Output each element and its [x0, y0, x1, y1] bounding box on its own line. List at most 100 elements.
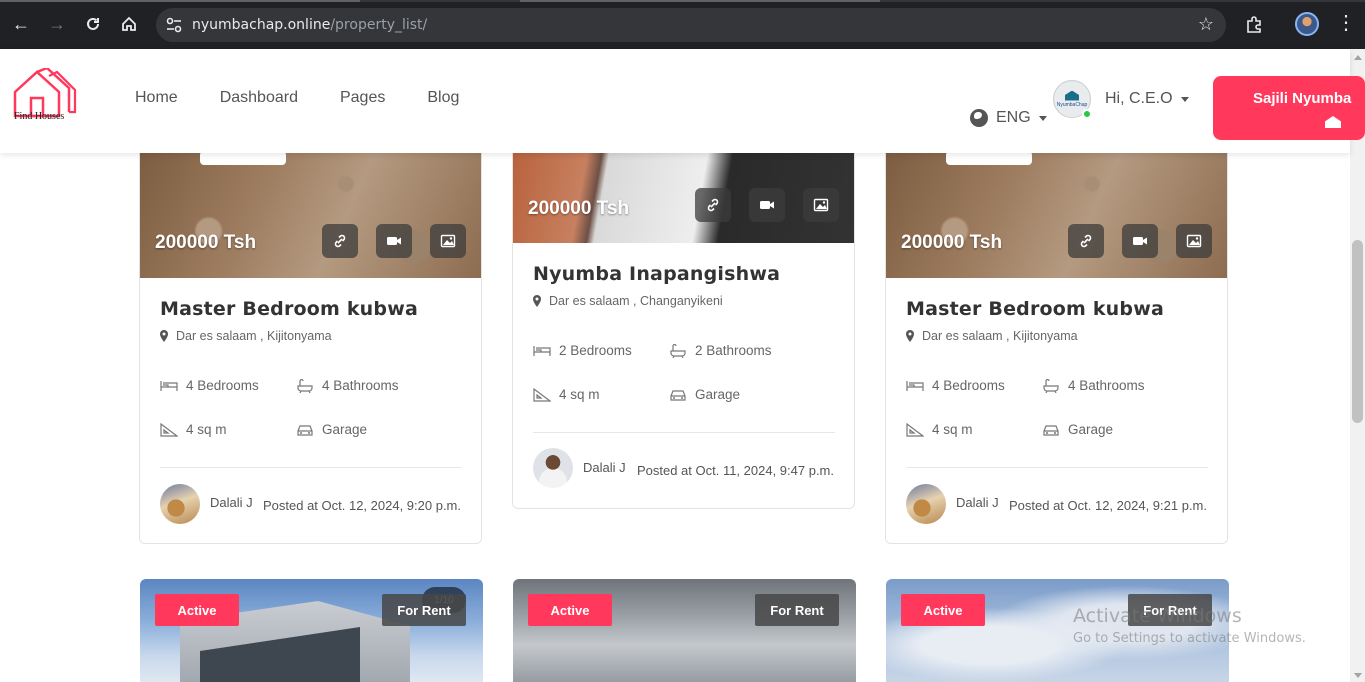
location-text: Dar es salaam , Kijitonyama [176, 329, 332, 343]
property-title[interactable]: Nyumba Inapangishwa [533, 263, 780, 285]
area-feature: 4 sq m [533, 387, 600, 402]
main-nav: Home Dashboard Pages Blog [135, 89, 501, 107]
logo-text: Find Houses [14, 111, 65, 122]
bedrooms-feature: 4 Bedrooms [906, 378, 1005, 393]
garage-text: Garage [1068, 422, 1114, 437]
car-icon [670, 389, 686, 401]
posted-date: Posted at Oct. 12, 2024, 9:21 p.m. [1008, 498, 1207, 513]
gallery-icon[interactable] [1176, 224, 1212, 258]
property-card[interactable]: 1/10 Active For Rent [140, 579, 483, 682]
watermark-title: Activate Windows [1073, 605, 1242, 627]
property-title[interactable]: Master Bedroom kubwa [906, 298, 1164, 320]
agent-name[interactable]: Dalali J [583, 460, 626, 475]
location-text: Dar es salaam , Changanyikeni [549, 294, 723, 308]
link-icon[interactable] [1068, 224, 1104, 258]
back-icon[interactable]: ← [7, 10, 35, 38]
activate-windows-watermark: Activate Windows Go to Settings to activ… [1073, 605, 1306, 646]
house-icon [1065, 90, 1079, 101]
site-settings-icon[interactable] [164, 15, 184, 35]
language-label: ENG [996, 109, 1031, 126]
user-avatar[interactable]: NyumbaChap [1053, 80, 1092, 119]
nav-dashboard[interactable]: Dashboard [220, 89, 298, 107]
extensions-icon[interactable] [1240, 10, 1268, 38]
forward-icon[interactable]: → [43, 10, 71, 38]
property-card[interactable]: Active For Rent [513, 579, 856, 682]
garage-feature: Garage [669, 387, 740, 402]
bedrooms-feature: 2 Bedrooms [533, 343, 632, 358]
browser-menu-icon[interactable]: ⋮ [1336, 12, 1356, 36]
bed-icon [906, 380, 924, 391]
bathrooms-feature: 4 Bathrooms [1042, 378, 1145, 393]
bookmark-star-icon[interactable]: ☆ [1198, 14, 1214, 35]
video-icon[interactable] [749, 188, 785, 222]
avatar-brand-text: NyumbaChap [1056, 101, 1088, 108]
bed-icon [533, 345, 551, 356]
agent-avatar[interactable] [906, 484, 946, 524]
gallery-icon[interactable] [430, 224, 466, 258]
tab-strip [0, 0, 1365, 2]
bathrooms-text: 2 Bathrooms [695, 343, 772, 358]
nav-pages[interactable]: Pages [340, 89, 385, 107]
card-divider [906, 467, 1208, 468]
bathrooms-feature: 4 Bathrooms [296, 378, 399, 393]
property-card[interactable]: 200000 Tsh Master Bedroom kubwa Dar es s… [885, 120, 1228, 544]
bathrooms-feature: 2 Bathrooms [669, 343, 772, 358]
user-greeting: Hi, C.E.O [1105, 90, 1173, 107]
bathtub-icon [297, 378, 313, 393]
chevron-down-icon [1180, 96, 1189, 102]
profile-avatar[interactable] [1295, 12, 1319, 36]
gallery-icon[interactable] [803, 188, 839, 222]
url-text[interactable]: nyumbachap.online/property_list/ [192, 17, 427, 33]
scrollbar-thumb[interactable] [1352, 240, 1363, 423]
nav-home[interactable]: Home [135, 89, 178, 107]
map-pin-icon [533, 295, 541, 307]
register-house-label: Sajili Nyumba [1253, 90, 1352, 107]
property-location: Dar es salaam , Kijitonyama [160, 329, 332, 343]
car-icon [1043, 424, 1059, 436]
ruler-icon [906, 422, 924, 437]
card-divider [160, 467, 462, 468]
listing-type-badge: For Rent [382, 594, 466, 626]
language-selector[interactable]: ENG [970, 109, 1047, 127]
scroll-down-icon[interactable] [1354, 673, 1362, 678]
site-header: Find Houses Home Dashboard Pages Blog EN… [0, 49, 1365, 153]
link-icon[interactable] [322, 224, 358, 258]
page-scrollbar[interactable] [1350, 49, 1365, 682]
video-icon[interactable] [1122, 224, 1158, 258]
area-feature: 4 sq m [160, 422, 227, 437]
area-text: 4 sq m [559, 387, 600, 402]
property-card[interactable]: 200000 Tsh Nyumba Inapangishwa Dar es sa… [512, 120, 855, 509]
property-price: 200000 Tsh [155, 232, 257, 253]
nav-blog[interactable]: Blog [427, 89, 459, 107]
property-title[interactable]: Master Bedroom kubwa [160, 298, 418, 320]
bathtub-icon [670, 343, 686, 358]
bedrooms-text: 2 Bedrooms [559, 343, 632, 358]
home-icon[interactable] [115, 10, 143, 38]
property-card[interactable]: 200000 Tsh Master Bedroom kubwa Dar es s… [139, 120, 482, 544]
agent-name[interactable]: Dalali J [210, 495, 253, 510]
reload-icon[interactable] [79, 10, 107, 38]
register-house-button[interactable]: Sajili Nyumba [1213, 76, 1365, 140]
agent-avatar[interactable] [160, 484, 200, 524]
chevron-down-icon [1038, 115, 1047, 121]
status-badge: Active [155, 594, 239, 626]
video-icon[interactable] [376, 224, 412, 258]
bedrooms-feature: 4 Bedrooms [160, 378, 259, 393]
address-bar[interactable]: nyumbachap.online/property_list/ ☆ [156, 8, 1226, 42]
agent-avatar[interactable] [533, 448, 573, 488]
browser-toolbar: ← → nyumbachap.online/property_list/ ☆ ⋮ [0, 0, 1365, 49]
bathrooms-text: 4 Bathrooms [1068, 378, 1145, 393]
online-status-dot [1082, 109, 1092, 119]
watermark-subtitle: Go to Settings to activate Windows. [1073, 631, 1306, 646]
status-badge: Active [528, 594, 612, 626]
status-badge: Active [901, 594, 985, 626]
property-price: 200000 Tsh [901, 232, 1003, 253]
property-price: 200000 Tsh [528, 198, 630, 219]
agent-name[interactable]: Dalali J [956, 495, 999, 510]
link-icon[interactable] [695, 188, 731, 222]
garage-text: Garage [695, 387, 741, 402]
posted-date: Posted at Oct. 12, 2024, 9:20 p.m. [262, 498, 461, 513]
scroll-up-icon[interactable] [1354, 55, 1362, 60]
user-menu[interactable]: Hi, C.E.O [1105, 90, 1189, 108]
garage-text: Garage [322, 422, 368, 437]
